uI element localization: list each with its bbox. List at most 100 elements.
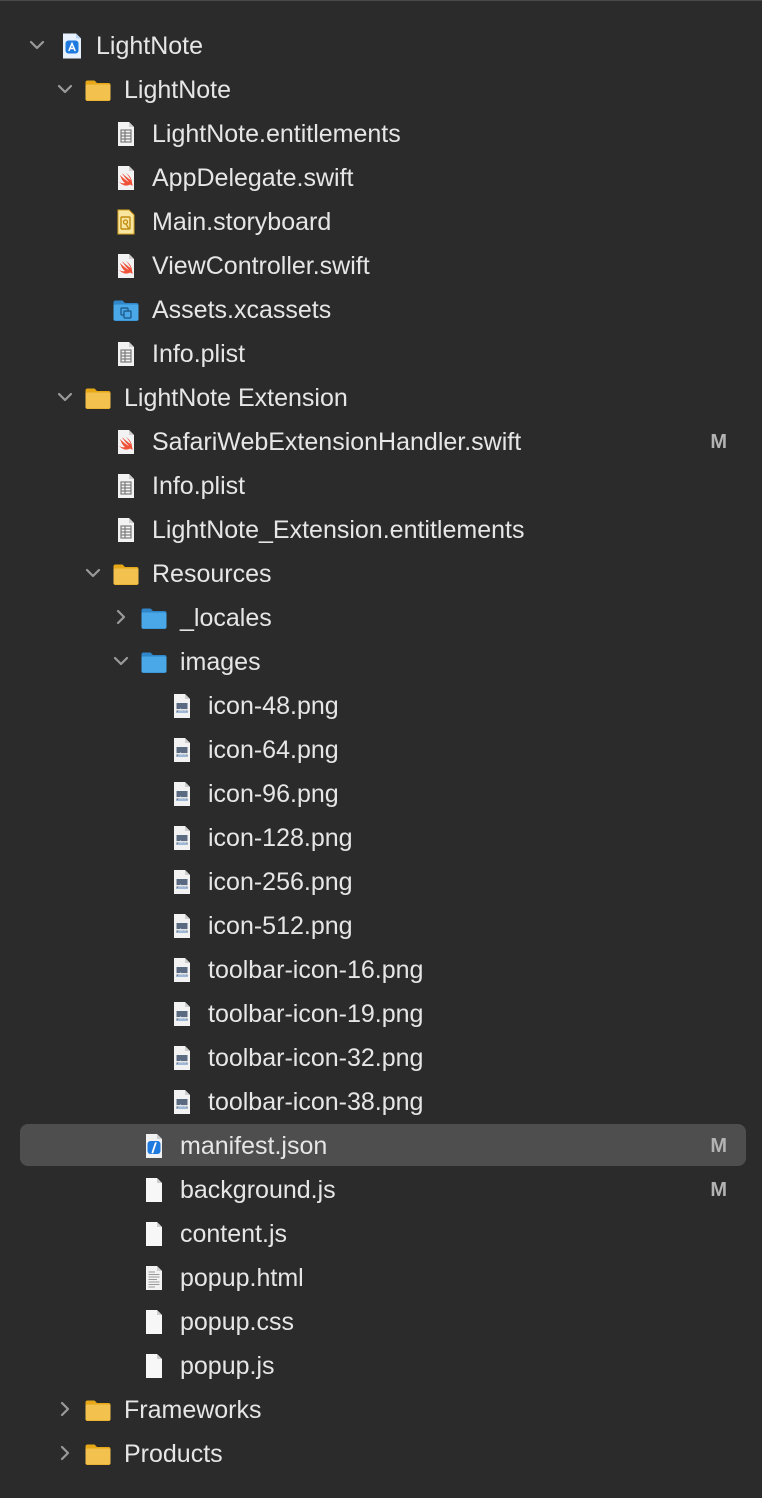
file-tree: LightNote LightNote LightNote.entitlemen…: [0, 23, 762, 1475]
chevron-down-icon[interactable]: [55, 387, 75, 407]
tree-item-label: manifest.json: [180, 1132, 328, 1160]
tree-item-label: popup.html: [180, 1264, 304, 1292]
selection-highlight: [20, 1124, 746, 1166]
tree-row-content-js[interactable]: content.js: [0, 1211, 762, 1255]
folder-yellow-icon: [84, 1440, 112, 1468]
swift-file-icon: [112, 252, 140, 280]
tree-item-label: Info.plist: [152, 340, 246, 368]
tree-item-label: Frameworks: [124, 1396, 262, 1424]
tree-item-label: background.js: [180, 1176, 336, 1204]
json-file-icon: [140, 1132, 168, 1160]
tree-row-images[interactable]: images: [0, 639, 762, 683]
blank-file-icon: [140, 1220, 168, 1248]
plist-file-icon: [112, 340, 140, 368]
tree-item-label: LightNote.entitlements: [152, 120, 401, 148]
tree-row-popup-js[interactable]: popup.js: [0, 1343, 762, 1387]
chevron-down-icon[interactable]: [55, 79, 75, 99]
tree-item-label: Resources: [152, 560, 272, 588]
image-file-icon: [168, 868, 196, 896]
tree-item-label: Info.plist: [152, 472, 246, 500]
tree-row-products[interactable]: Products: [0, 1431, 762, 1475]
tree-item-label: toolbar-icon-19.png: [208, 1000, 424, 1028]
tree-item-label: LightNote: [96, 32, 204, 60]
image-file-icon: [168, 780, 196, 808]
tree-row-icon-256-png[interactable]: icon-256.png: [0, 859, 762, 903]
tree-row-lightnote[interactable]: LightNote: [0, 67, 762, 111]
tree-item-label: icon-256.png: [208, 868, 353, 896]
tree-row-info-plist[interactable]: Info.plist: [0, 331, 762, 375]
swift-file-icon: [112, 164, 140, 192]
tree-row-manifest-json[interactable]: manifest.json M: [0, 1123, 762, 1167]
tree-item-label: LightNote: [124, 76, 232, 104]
tree-row-lightnote[interactable]: LightNote: [0, 23, 762, 67]
chevron-right-icon[interactable]: [55, 1443, 75, 1463]
tree-row-background-js[interactable]: background.js M: [0, 1167, 762, 1211]
project-navigator: LightNote LightNote LightNote.entitlemen…: [0, 0, 762, 1498]
image-file-icon: [168, 1000, 196, 1028]
tree-row-viewcontroller-swift[interactable]: ViewController.swift: [0, 243, 762, 287]
chevron-right-icon[interactable]: [55, 1399, 75, 1419]
tree-item-label: Main.storyboard: [152, 208, 332, 236]
tree-row-icon-64-png[interactable]: icon-64.png: [0, 727, 762, 771]
tree-item-label: LightNote_Extension.entitlements: [152, 516, 525, 544]
tree-row-appdelegate-swift[interactable]: AppDelegate.swift: [0, 155, 762, 199]
tree-item-label: toolbar-icon-38.png: [208, 1088, 424, 1116]
chevron-down-icon[interactable]: [27, 35, 47, 55]
tree-item-label: _locales: [180, 604, 272, 632]
html-file-icon: [140, 1264, 168, 1292]
image-file-icon: [168, 1088, 196, 1116]
tree-row-lightnote-entitlements[interactable]: LightNote.entitlements: [0, 111, 762, 155]
tree-item-label: AppDelegate.swift: [152, 164, 354, 192]
tree-item-label: toolbar-icon-32.png: [208, 1044, 424, 1072]
tree-item-label: Assets.xcassets: [152, 296, 332, 324]
blank-file-icon: [140, 1308, 168, 1336]
modified-badge: M: [710, 1135, 727, 1157]
tree-row-icon-512-png[interactable]: icon-512.png: [0, 903, 762, 947]
tree-row-frameworks[interactable]: Frameworks: [0, 1387, 762, 1431]
folder-yellow-icon: [112, 560, 140, 588]
tree-item-label: popup.js: [180, 1352, 275, 1380]
image-file-icon: [168, 824, 196, 852]
chevron-down-icon[interactable]: [83, 563, 103, 583]
image-file-icon: [168, 736, 196, 764]
plist-file-icon: [112, 516, 140, 544]
plist-file-icon: [112, 120, 140, 148]
chevron-down-icon[interactable]: [111, 651, 131, 671]
blank-file-icon: [140, 1176, 168, 1204]
tree-row-safariwebextensionhandler-swift[interactable]: SafariWebExtensionHandler.swift M: [0, 419, 762, 463]
tree-row-assets-xcassets[interactable]: Assets.xcassets: [0, 287, 762, 331]
folder-blue-icon: [140, 648, 168, 676]
modified-badge: M: [710, 431, 727, 453]
tree-row-resources[interactable]: Resources: [0, 551, 762, 595]
tree-item-label: icon-512.png: [208, 912, 353, 940]
tree-item-label: ViewController.swift: [152, 252, 370, 280]
tree-row-icon-128-png[interactable]: icon-128.png: [0, 815, 762, 859]
tree-row-toolbar-icon-16-png[interactable]: toolbar-icon-16.png: [0, 947, 762, 991]
asset-catalog-icon: [112, 296, 140, 324]
tree-item-label: icon-64.png: [208, 736, 339, 764]
image-file-icon: [168, 692, 196, 720]
xcode-project-icon: [58, 32, 86, 60]
modified-badge: M: [710, 1179, 727, 1201]
storyboard-file-icon: [112, 208, 140, 236]
tree-row-main-storyboard[interactable]: Main.storyboard: [0, 199, 762, 243]
tree-item-label: icon-48.png: [208, 692, 339, 720]
tree-row-lightnote-extension[interactable]: LightNote Extension: [0, 375, 762, 419]
tree-row-locales[interactable]: _locales: [0, 595, 762, 639]
tree-row-info-plist[interactable]: Info.plist: [0, 463, 762, 507]
chevron-right-icon[interactable]: [111, 607, 131, 627]
tree-row-popup-html[interactable]: popup.html: [0, 1255, 762, 1299]
tree-row-icon-96-png[interactable]: icon-96.png: [0, 771, 762, 815]
tree-item-label: SafariWebExtensionHandler.swift: [152, 428, 522, 456]
tree-row-lightnote-extension-entitlements[interactable]: LightNote_Extension.entitlements: [0, 507, 762, 551]
tree-row-popup-css[interactable]: popup.css: [0, 1299, 762, 1343]
tree-item-label: popup.css: [180, 1308, 294, 1336]
image-file-icon: [168, 1044, 196, 1072]
tree-item-label: Products: [124, 1440, 223, 1468]
tree-row-icon-48-png[interactable]: icon-48.png: [0, 683, 762, 727]
image-file-icon: [168, 912, 196, 940]
tree-row-toolbar-icon-19-png[interactable]: toolbar-icon-19.png: [0, 991, 762, 1035]
tree-row-toolbar-icon-32-png[interactable]: toolbar-icon-32.png: [0, 1035, 762, 1079]
tree-row-toolbar-icon-38-png[interactable]: toolbar-icon-38.png: [0, 1079, 762, 1123]
folder-blue-icon: [140, 604, 168, 632]
